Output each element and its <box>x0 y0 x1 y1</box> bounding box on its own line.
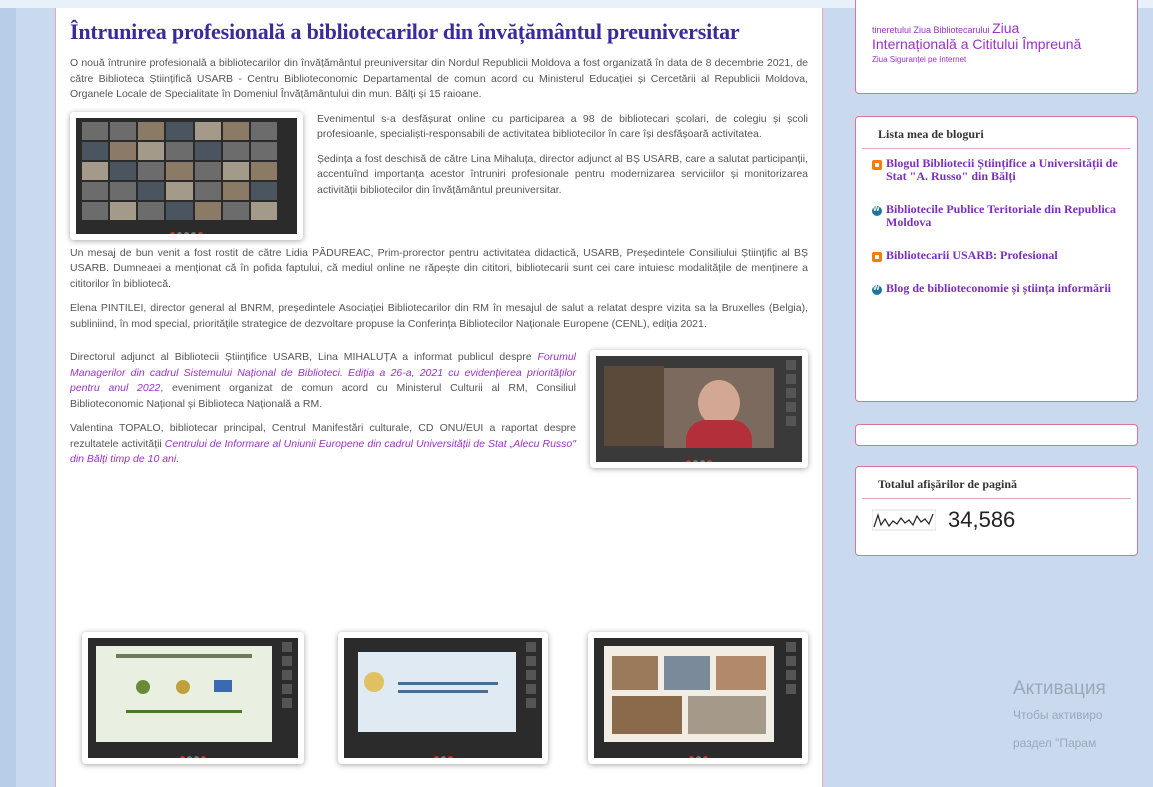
page-views-title: Totalul afișărilor de pagină <box>862 467 1131 499</box>
paragraph-text: Directorul adjunct al Bibliotecii Științ… <box>70 351 538 363</box>
blog-item[interactable]: Bibliotecarii USARB: Profesional <box>856 249 1137 262</box>
slide-image <box>604 646 774 742</box>
activation-watermark-line: раздел "Парам <box>1013 736 1097 750</box>
blog-link[interactable]: Bibliotecarii USARB: Profesional <box>886 249 1058 262</box>
activation-watermark-title: Активация <box>1013 678 1106 699</box>
photo-presentation-2[interactable] <box>338 632 548 764</box>
page-views-count: 34,586 <box>948 507 1016 532</box>
blog-link[interactable]: Bibliotecile Publice Teritoriale din Rep… <box>886 203 1127 229</box>
activation-watermark-line: Чтобы активиро <box>1013 708 1103 722</box>
blog-link[interactable]: Blogul Bibliotecii Științifice a Univers… <box>886 157 1127 183</box>
post-paragraph-intro: O nouă întrunire profesională a bibliote… <box>70 57 808 100</box>
participant-sidebar <box>786 642 796 744</box>
meeting-controls <box>344 748 542 758</box>
participant-sidebar <box>526 642 536 744</box>
sparkline-icon <box>872 509 936 531</box>
participant-grid <box>82 121 277 220</box>
zoom-screenshot <box>344 638 542 758</box>
empty-gadget <box>855 424 1138 446</box>
post-title[interactable]: Întrunirea profesională a bibliotecarilo… <box>70 18 808 46</box>
post-paragraph-welcome: Un mesaj de bun venit a fost rostit de c… <box>70 246 808 290</box>
meeting-controls <box>594 748 802 758</box>
zoom-screenshot <box>76 117 297 234</box>
meeting-controls <box>596 452 802 462</box>
blog-list: Blogul Bibliotecii Științifice a Univers… <box>856 149 1137 295</box>
blog-list-title: Lista mea de bloguri <box>862 117 1131 149</box>
blog-item[interactable]: Bibliotecile Publice Teritoriale din Rep… <box>856 203 1137 229</box>
tag-link[interactable]: tineretului Ziua Bibliotecarului <box>872 25 990 35</box>
tag-link-small[interactable]: Ziua Siguranței pe Internet <box>872 53 1129 67</box>
wordpress-icon <box>872 206 882 216</box>
blog-link[interactable]: Blog de biblioteconomie și știința infor… <box>886 282 1111 295</box>
participant-sidebar <box>282 642 292 744</box>
meeting-controls <box>88 748 298 758</box>
wordpress-icon <box>872 285 882 295</box>
tag-link-large[interactable]: Ziua <box>992 20 1019 36</box>
blog-list-gadget: Lista mea de bloguri Blogul Bibliotecii … <box>855 116 1138 402</box>
zoom-screenshot <box>596 356 802 462</box>
blogger-icon <box>872 160 882 170</box>
photo-online-meeting-grid[interactable] <box>70 111 303 240</box>
photo-presentation-3[interactable] <box>588 632 808 764</box>
zoom-screenshot <box>594 638 802 758</box>
slide-image <box>96 646 272 742</box>
blog-item[interactable]: Blogul Bibliotecii Științifice a Univers… <box>856 157 1137 183</box>
tag-cloud-gadget: tineretului Ziua Bibliotecarului Ziua In… <box>855 0 1138 94</box>
bookshelf-image <box>604 366 664 446</box>
tag-cloud: tineretului Ziua Bibliotecarului Ziua In… <box>856 0 1137 71</box>
photo-presentation-1[interactable] <box>82 632 304 764</box>
speaker-clothing <box>686 420 752 448</box>
post-body: Întrunirea profesională a bibliotecarilo… <box>70 18 808 477</box>
zoom-screenshot <box>88 638 298 758</box>
post-paragraph-bnrm: Elena PINTILEI, director general al BNRM… <box>70 302 808 330</box>
post-column: Întrunirea profesională a bibliotecarilo… <box>55 8 823 787</box>
photo-speaker[interactable] <box>590 350 808 468</box>
speaker-video <box>664 368 774 448</box>
participant-sidebar <box>786 360 796 448</box>
tag-link-large[interactable]: Internațională a Cititului Împreună <box>872 35 1129 53</box>
slide-image <box>358 652 516 732</box>
thumbnail-frame <box>590 350 808 468</box>
blog-item[interactable]: Blog de biblioteconomie și știința infor… <box>856 282 1137 295</box>
thumbnail-frame <box>70 111 303 240</box>
meeting-controls <box>76 224 297 234</box>
blogger-icon <box>872 252 882 262</box>
page-views-gadget: Totalul afișărilor de pagină 34,586 <box>855 466 1138 556</box>
page-views-row: 34,586 <box>856 499 1137 541</box>
page-background-left <box>0 0 16 787</box>
tag-line: tineretului Ziua Bibliotecarului Ziua <box>872 20 1129 36</box>
